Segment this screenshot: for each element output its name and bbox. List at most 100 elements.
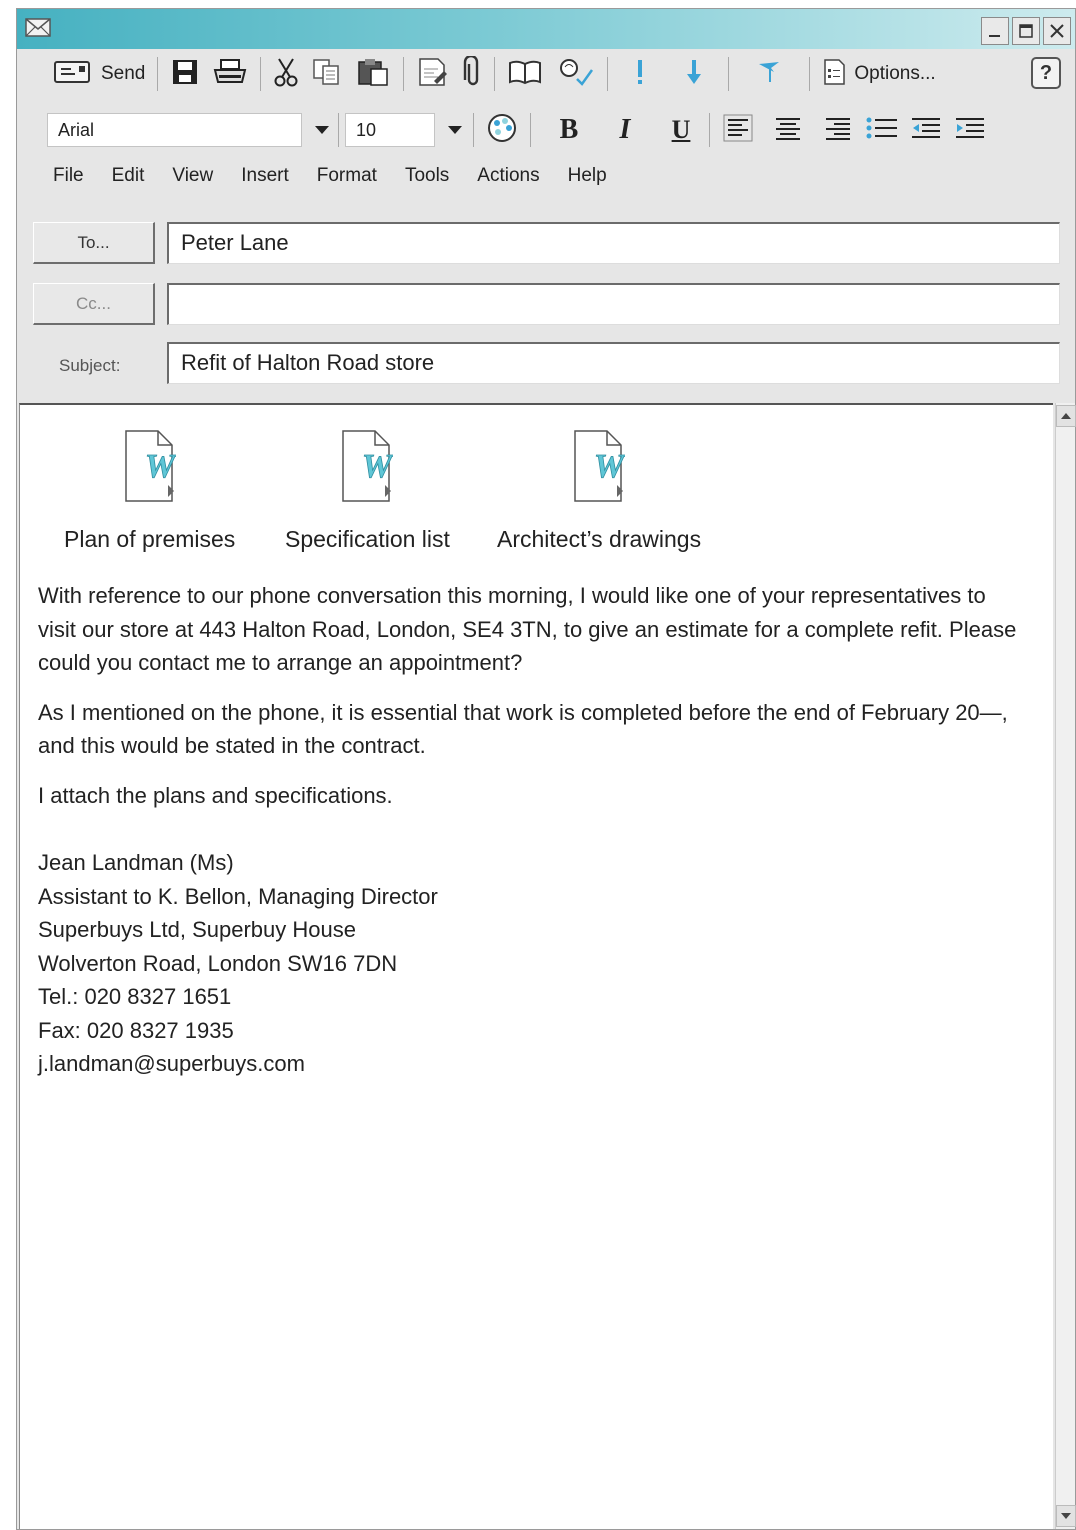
align-left-icon — [722, 113, 754, 148]
address-book-button[interactable] — [501, 56, 549, 92]
cc-button[interactable]: Cc... — [33, 283, 155, 325]
chevron-down-icon[interactable] — [315, 126, 329, 134]
maximize-icon[interactable] — [1012, 17, 1040, 45]
cut-button[interactable] — [267, 56, 305, 92]
svg-text:W: W — [594, 448, 625, 485]
exclamation-icon — [634, 58, 646, 91]
paste-button[interactable] — [349, 56, 397, 92]
scroll-down-icon[interactable] — [1056, 1505, 1076, 1527]
attachment-label: Architect’s drawings — [497, 526, 702, 552]
options-label: Options... — [854, 63, 936, 84]
menu-edit[interactable]: Edit — [112, 165, 145, 187]
print-button[interactable] — [206, 56, 254, 92]
help-button[interactable]: ? — [1031, 57, 1061, 89]
attachment-label: Plan of premises — [64, 526, 236, 552]
align-right-icon — [822, 113, 854, 148]
menu-tools[interactable]: Tools — [405, 165, 449, 187]
decrease-indent-icon — [908, 113, 944, 148]
options-button[interactable]: Options... — [816, 56, 941, 92]
decrease-indent-button[interactable] — [904, 110, 948, 150]
toolbar-divider — [157, 57, 159, 91]
menu-file[interactable]: File — [53, 165, 84, 187]
font-family-select[interactable]: Arial — [47, 113, 329, 147]
scissors-icon — [273, 57, 299, 92]
standard-toolbar: Send Options... ? — [17, 51, 1075, 97]
menu-insert[interactable]: Insert — [241, 165, 289, 187]
bold-button[interactable]: B — [547, 110, 591, 150]
word-document-icon: W — [124, 429, 178, 512]
send-label: Send — [101, 63, 146, 84]
down-arrow-icon — [686, 58, 702, 91]
font-family-value: Arial — [58, 119, 95, 140]
italic-button[interactable]: I — [603, 110, 647, 150]
signature-tel: Tel.: 020 8327 1651 — [38, 984, 232, 1009]
toolbar-divider — [530, 113, 531, 147]
toolbar-divider — [338, 113, 339, 147]
signature-title: Assistant to K. Bellon, Managing Directo… — [38, 883, 438, 909]
to-button[interactable]: To... — [33, 222, 155, 264]
email-compose-window: Send Options... ? Arial 10 B I U File Ed… — [16, 8, 1076, 1530]
signature-company: Superbuys Ltd, Superbuy House — [38, 917, 356, 942]
message-text: With reference to our phone conversation… — [38, 579, 1028, 1081]
send-button[interactable]: Send — [47, 56, 151, 92]
to-field[interactable]: Peter Lane — [167, 222, 1060, 264]
font-color-button[interactable] — [480, 110, 524, 150]
bullet-list-icon — [864, 113, 900, 148]
attachment-item[interactable]: W Architect’s drawings — [497, 429, 701, 553]
toolbar-divider — [494, 57, 496, 91]
help-icon: ? — [1039, 61, 1053, 84]
bullets-button[interactable] — [860, 110, 904, 150]
svg-text:W: W — [362, 448, 393, 485]
underline-button[interactable]: U — [659, 110, 703, 150]
copy-icon — [311, 57, 343, 92]
copy-button[interactable] — [305, 56, 349, 92]
paperclip-icon — [462, 54, 482, 93]
check-names-button[interactable] — [549, 56, 601, 92]
low-importance-button[interactable] — [666, 56, 722, 92]
message-body[interactable]: W Plan of premises W Specification list … — [19, 403, 1053, 1529]
menu-format[interactable]: Format — [317, 165, 377, 187]
scroll-up-icon[interactable] — [1056, 405, 1076, 427]
signature-name: Jean Landman (Ms) — [38, 850, 234, 875]
align-center-button[interactable] — [766, 110, 810, 150]
high-importance-button[interactable] — [614, 56, 666, 92]
font-size-select[interactable]: 10 — [345, 113, 462, 147]
attach-button[interactable] — [456, 54, 488, 93]
minimize-icon[interactable] — [981, 17, 1009, 45]
flag-button[interactable] — [735, 56, 803, 92]
signature: Jean Landman (Ms) Assistant to K. Bellon… — [38, 846, 1028, 1081]
toolbar-divider — [607, 57, 609, 91]
message-paragraph: As I mentioned on the phone, it is essen… — [38, 699, 1008, 759]
message-paragraph: I attach the plans and specifications. — [38, 782, 393, 808]
palette-icon — [486, 112, 518, 149]
printer-icon — [212, 58, 248, 91]
font-size-value: 10 — [356, 119, 377, 140]
attachment-item[interactable]: W Specification list — [285, 429, 450, 553]
vertical-scrollbar[interactable] — [1055, 403, 1076, 1529]
cc-field[interactable] — [167, 283, 1060, 325]
close-icon[interactable] — [1043, 17, 1071, 45]
check-names-icon — [555, 57, 595, 92]
menu-actions[interactable]: Actions — [477, 165, 539, 187]
attachment-item[interactable]: W Plan of premises — [64, 429, 235, 553]
insert-file-icon — [416, 57, 450, 92]
signature-email[interactable]: j.landman@superbuys.com — [38, 1047, 1028, 1081]
word-document-icon: W — [341, 429, 396, 512]
title-bar — [17, 9, 1075, 49]
attachments: W Plan of premises W Specification list … — [20, 429, 780, 559]
envelope-icon — [25, 17, 51, 44]
menu-help[interactable]: Help — [568, 165, 607, 187]
svg-text:W: W — [145, 448, 176, 485]
toolbar-divider — [403, 57, 405, 91]
align-right-button[interactable] — [816, 110, 860, 150]
save-icon — [170, 58, 200, 91]
align-left-button[interactable] — [716, 110, 760, 150]
insert-file-button[interactable] — [410, 56, 456, 92]
flag-icon — [755, 58, 783, 91]
save-button[interactable] — [164, 56, 206, 92]
chevron-down-icon[interactable] — [448, 126, 462, 134]
toolbar-divider — [473, 113, 474, 147]
increase-indent-button[interactable] — [948, 110, 992, 150]
menu-view[interactable]: View — [172, 165, 213, 187]
subject-field[interactable]: Refit of Halton Road store — [167, 342, 1060, 384]
